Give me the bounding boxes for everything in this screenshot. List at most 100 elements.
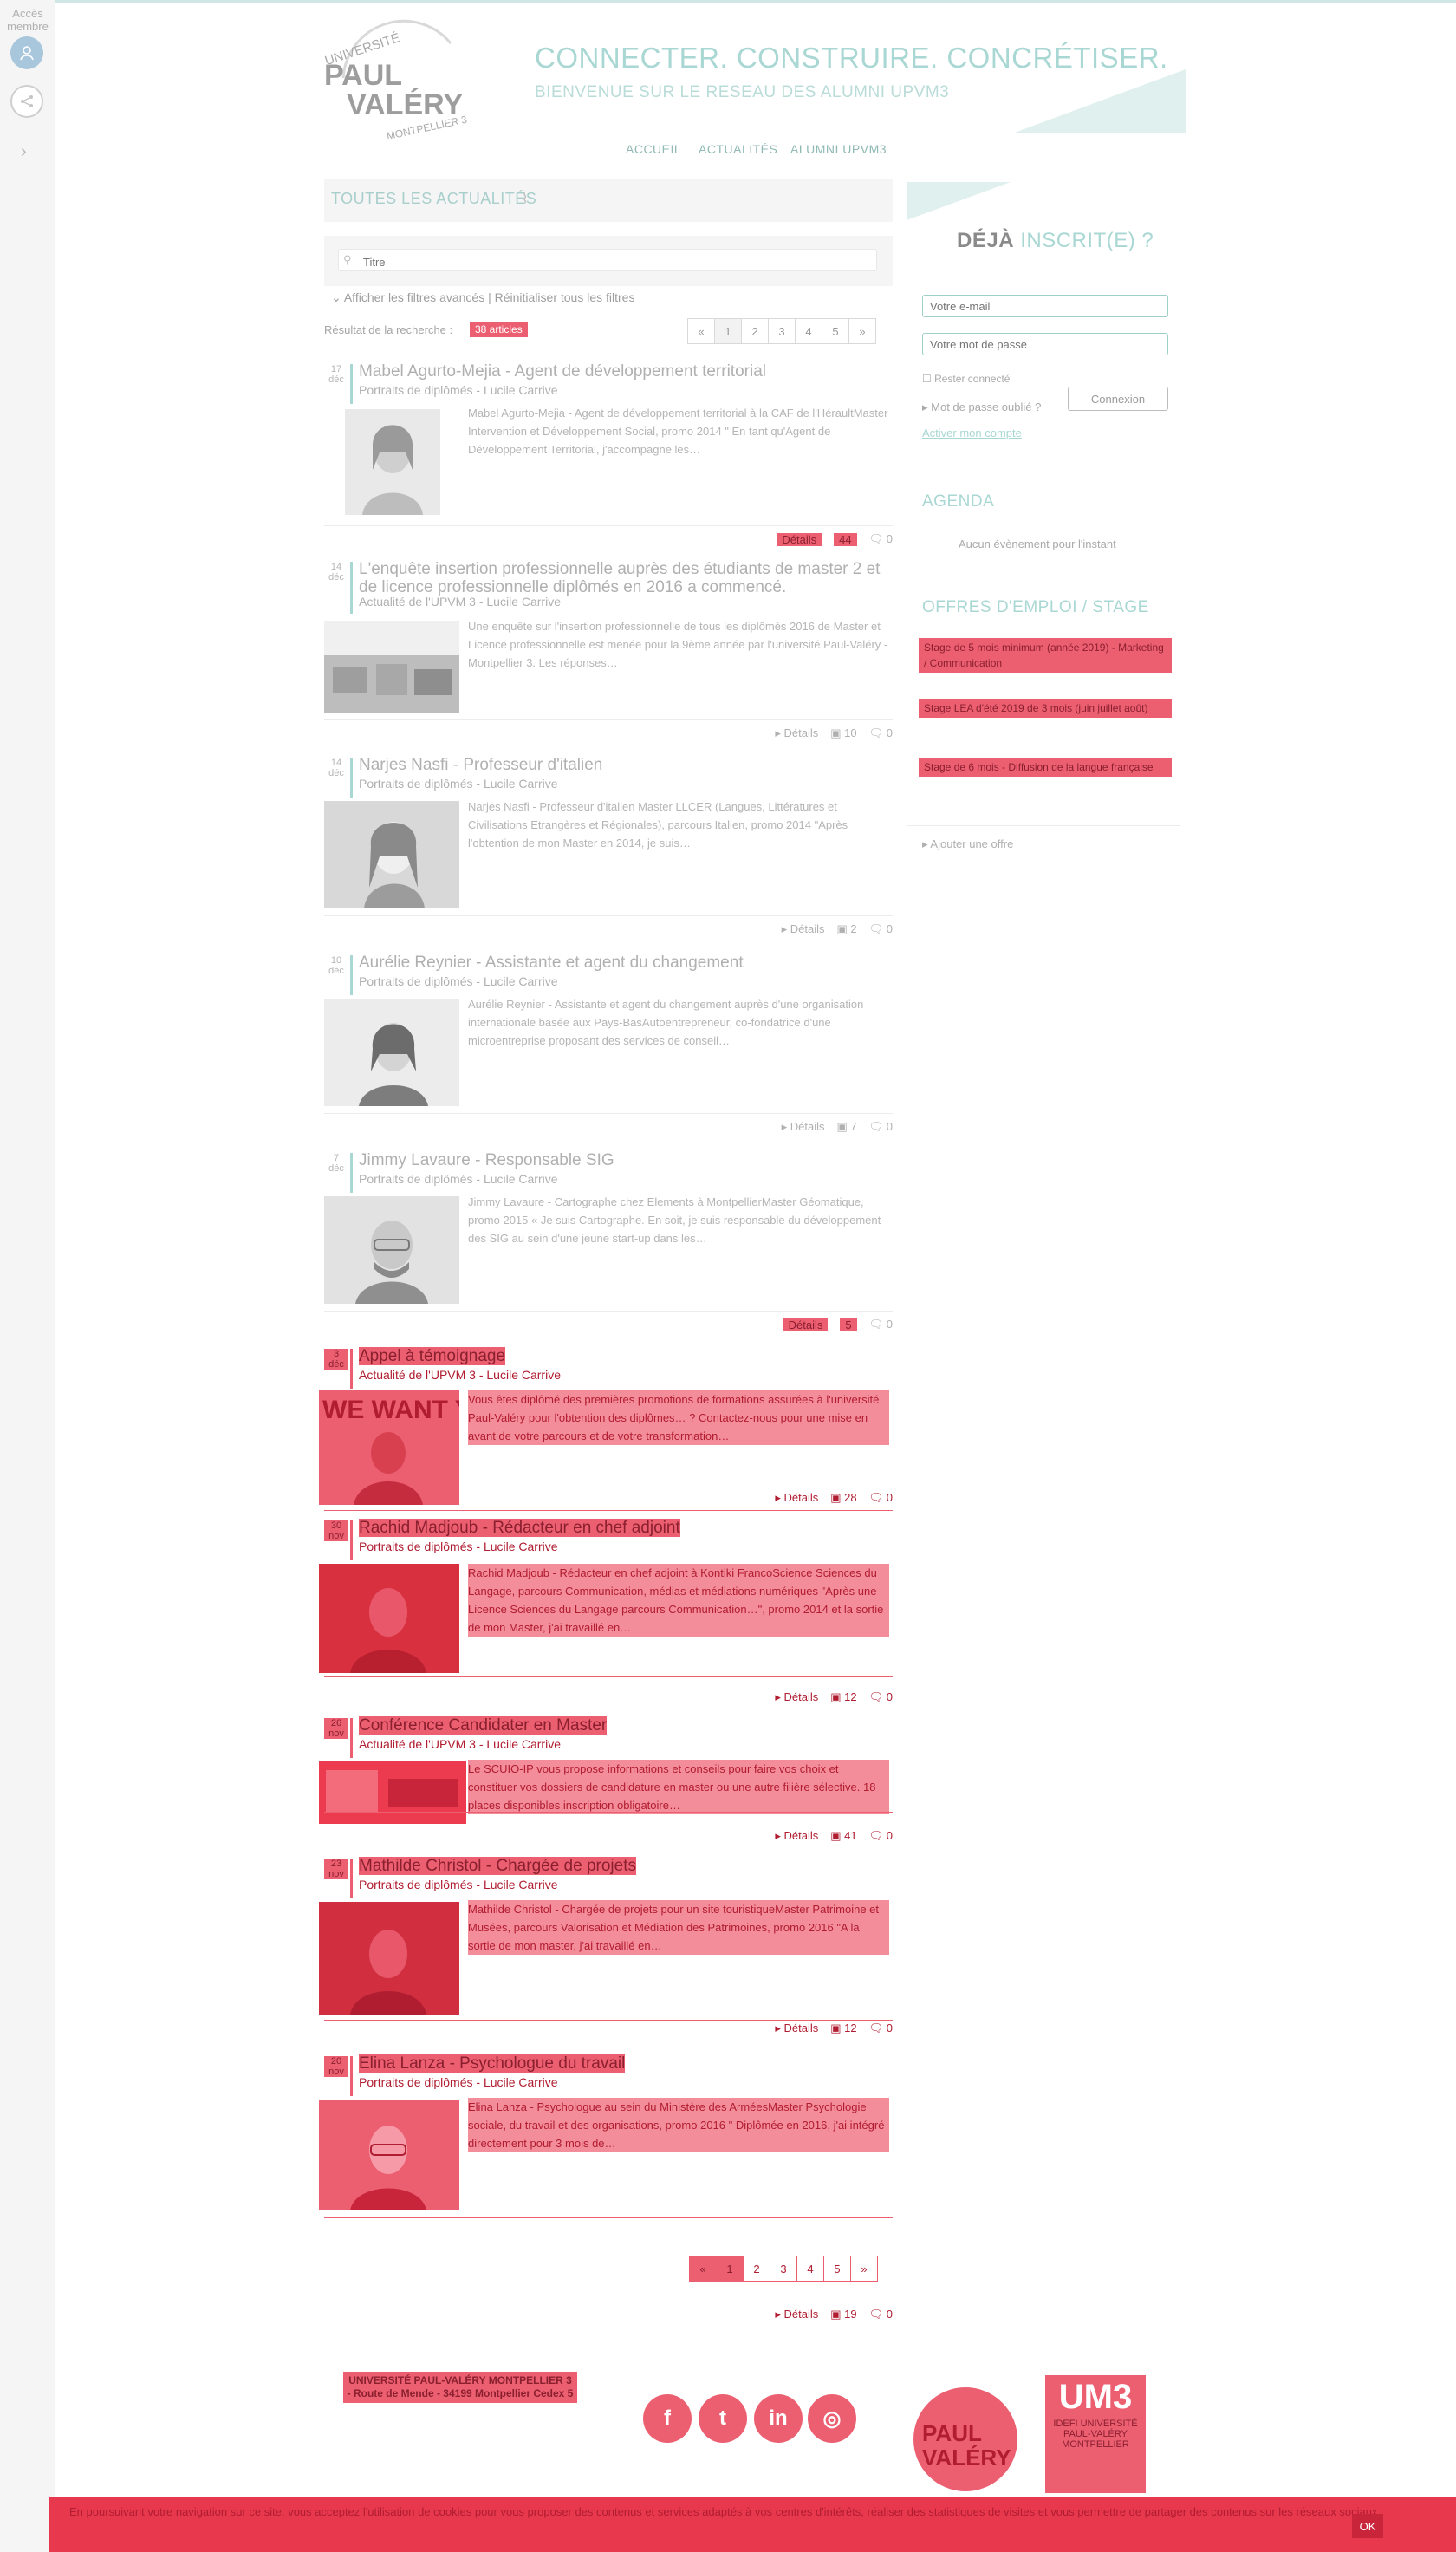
article-category[interactable]: Actualité de l'UPVM 3 - Lucile Carrive: [359, 595, 561, 609]
pager-page-2[interactable]: 2: [743, 2256, 770, 2282]
article-category[interactable]: Portraits de diplômés - Lucile Carrive: [359, 974, 558, 988]
article-photo[interactable]: [324, 999, 459, 1106]
article-photo[interactable]: [324, 1196, 459, 1304]
article-title[interactable]: Jimmy Lavaure - Responsable SIG: [359, 1151, 887, 1169]
comments-count: 🗨 0: [868, 1120, 893, 1133]
article-excerpt: Rachid Madjoub - Rédacteur en chef adjoi…: [468, 1564, 889, 1637]
article-photo[interactable]: [345, 409, 440, 515]
pager-page-3[interactable]: 3: [768, 318, 796, 344]
job-offer-link[interactable]: Stage de 6 mois - Diffusion de la langue…: [919, 758, 1172, 777]
pager-next[interactable]: »: [848, 318, 876, 344]
article-title[interactable]: Mathilde Christol - Chargée de projets: [359, 1857, 887, 1875]
job-offer-link[interactable]: Stage de 5 mois minimum (année 2019) - M…: [919, 638, 1172, 673]
comments-count: 🗨 0: [868, 1829, 893, 1842]
pager-next[interactable]: »: [850, 2256, 878, 2282]
article-meta: ▸ Détails ▣ 2 🗨 0: [782, 922, 893, 936]
login-title: DÉJÀ INSCRIT(E) ?: [957, 229, 1154, 252]
email-field[interactable]: [922, 295, 1168, 317]
facebook-icon[interactable]: f: [643, 2394, 692, 2443]
article-photo[interactable]: [319, 1902, 459, 2015]
university-logo[interactable]: UNIVERSITÉ PAUL VALÉRY MONTPELLIER 3: [321, 17, 485, 139]
rss-icon[interactable]: ⌇: [522, 191, 528, 206]
forgot-password-link[interactable]: ▸ Mot de passe oublié ?: [922, 400, 1041, 414]
article-title[interactable]: Rachid Madjoub - Rédacteur en chef adjoi…: [359, 1519, 887, 1537]
article-category[interactable]: Actualité de l'UPVM 3 - Lucile Carrive: [359, 1368, 561, 1382]
title-bar: [350, 364, 353, 404]
pager-prev[interactable]: «: [689, 2256, 717, 2282]
article-category[interactable]: Portraits de diplômés - Lucile Carrive: [359, 1540, 558, 1553]
article-photo[interactable]: WE WANT YOU: [319, 1390, 459, 1505]
article-title[interactable]: Mabel Agurto-Mejia - Agent de développem…: [359, 362, 887, 381]
article-category[interactable]: Portraits de diplômés - Lucile Carrive: [359, 2075, 558, 2089]
nav-home[interactable]: ACCUEIL: [626, 142, 681, 156]
job-offer-link[interactable]: Stage LEA d'été 2019 de 3 mois (juin jui…: [919, 699, 1172, 718]
article-title[interactable]: Narjes Nasfi - Professeur d'italien: [359, 756, 887, 774]
footer-university-logo[interactable]: PAUL VALÉRY: [907, 2382, 1024, 2495]
pager-page-5[interactable]: 5: [822, 318, 849, 344]
article-date: 14 déc: [328, 758, 344, 778]
instagram-icon[interactable]: ◎: [808, 2394, 856, 2443]
article-excerpt: Mabel Agurto-Mejia - Agent de développem…: [468, 407, 888, 456]
article-category[interactable]: Portraits de diplômés - Lucile Carrive: [359, 383, 558, 397]
article-photo[interactable]: [319, 2100, 459, 2210]
share-icon[interactable]: [10, 85, 43, 118]
details-link[interactable]: ▸ Détails: [775, 1829, 818, 1843]
details-link[interactable]: ▸ Détails: [775, 2308, 818, 2321]
title-bar: [350, 1859, 353, 1898]
twitter-icon[interactable]: t: [699, 2394, 747, 2443]
article-category[interactable]: Portraits de diplômés - Lucile Carrive: [359, 1878, 558, 1891]
user-icon[interactable]: [10, 36, 43, 69]
article-category[interactable]: Portraits de diplômés - Lucile Carrive: [359, 777, 558, 791]
article-category[interactable]: Actualité de l'UPVM 3 - Lucile Carrive: [359, 1737, 561, 1751]
pager-prev[interactable]: «: [687, 318, 715, 344]
idefi-logo[interactable]: UM3 IDEFI UNIVERSITÉ PAUL-VALÉRY MONTPEL…: [1045, 2375, 1146, 2493]
details-link[interactable]: ▸ Détails: [782, 1120, 825, 1134]
top-accent-line: [0, 0, 1456, 3]
nav-alumni[interactable]: ALUMNI UPVM3: [790, 142, 887, 156]
title-bar: [350, 1520, 353, 1560]
pager-page-1[interactable]: 1: [714, 318, 742, 344]
article-photo[interactable]: [324, 621, 459, 713]
pager-page-5[interactable]: 5: [823, 2256, 851, 2282]
details-link[interactable]: ▸ Détails: [775, 1690, 818, 1704]
pager-page-1[interactable]: 1: [716, 2256, 744, 2282]
article-date: 20 nov: [324, 2056, 348, 2077]
agenda-heading: AGENDA: [922, 492, 995, 511]
article-title[interactable]: Appel à témoignage: [359, 1347, 887, 1365]
details-link[interactable]: ▸ Détails: [775, 2021, 818, 2035]
password-field[interactable]: [922, 333, 1168, 355]
login-button[interactable]: Connexion: [1068, 387, 1168, 411]
details-link[interactable]: ▸ Détails: [775, 1491, 818, 1505]
article-title[interactable]: Conférence Candidater en Master: [359, 1716, 887, 1735]
details-link[interactable]: ▸ Détails: [775, 726, 818, 740]
views-count: ▣ 12: [830, 1690, 857, 1703]
article-excerpt: Le SCUIO-IP vous propose informations et…: [468, 1760, 889, 1814]
comments-count: 🗨 0: [868, 1491, 893, 1504]
article-excerpt: Jimmy Lavaure - Cartographe chez Element…: [468, 1195, 881, 1245]
pager-page-2[interactable]: 2: [741, 318, 769, 344]
activate-account-link[interactable]: Activer mon compte: [922, 426, 1022, 439]
remember-checkbox[interactable]: ☐ Rester connecté: [922, 373, 1010, 385]
article-photo[interactable]: [319, 1761, 466, 1824]
add-offer-link[interactable]: ▸ Ajouter une offre: [922, 837, 1013, 851]
article-excerpt: Une enquête sur l'insertion professionne…: [468, 620, 888, 669]
pager-page-3[interactable]: 3: [770, 2256, 797, 2282]
nav-news[interactable]: ACTUALITÉS: [699, 142, 777, 156]
search-input[interactable]: [338, 249, 877, 271]
article-photo[interactable]: [319, 1564, 459, 1673]
article-title[interactable]: Aurélie Reynier - Assistante et agent du…: [359, 954, 887, 972]
cookie-accept-button[interactable]: OK: [1352, 2514, 1383, 2538]
details-link[interactable]: ▸ Détails: [782, 922, 825, 936]
views-count: ▣ 12: [830, 2021, 857, 2034]
pager-page-4[interactable]: 4: [796, 2256, 824, 2282]
details-link[interactable]: Détails: [777, 532, 822, 546]
article-title[interactable]: L'enquête insertion professionnelle aupr…: [359, 560, 887, 596]
expand-rail-icon[interactable]: ›: [21, 142, 27, 162]
article-title[interactable]: Elina Lanza - Psychologue du travail: [359, 2054, 887, 2073]
article-photo[interactable]: [324, 801, 459, 908]
details-link[interactable]: Détails: [783, 1318, 829, 1331]
pager-page-4[interactable]: 4: [795, 318, 822, 344]
article-category[interactable]: Portraits de diplômés - Lucile Carrive: [359, 1172, 558, 1186]
filters-toggle[interactable]: ⌄ Afficher les filtres avancés | Réiniti…: [331, 290, 634, 305]
linkedin-icon[interactable]: in: [754, 2394, 803, 2443]
